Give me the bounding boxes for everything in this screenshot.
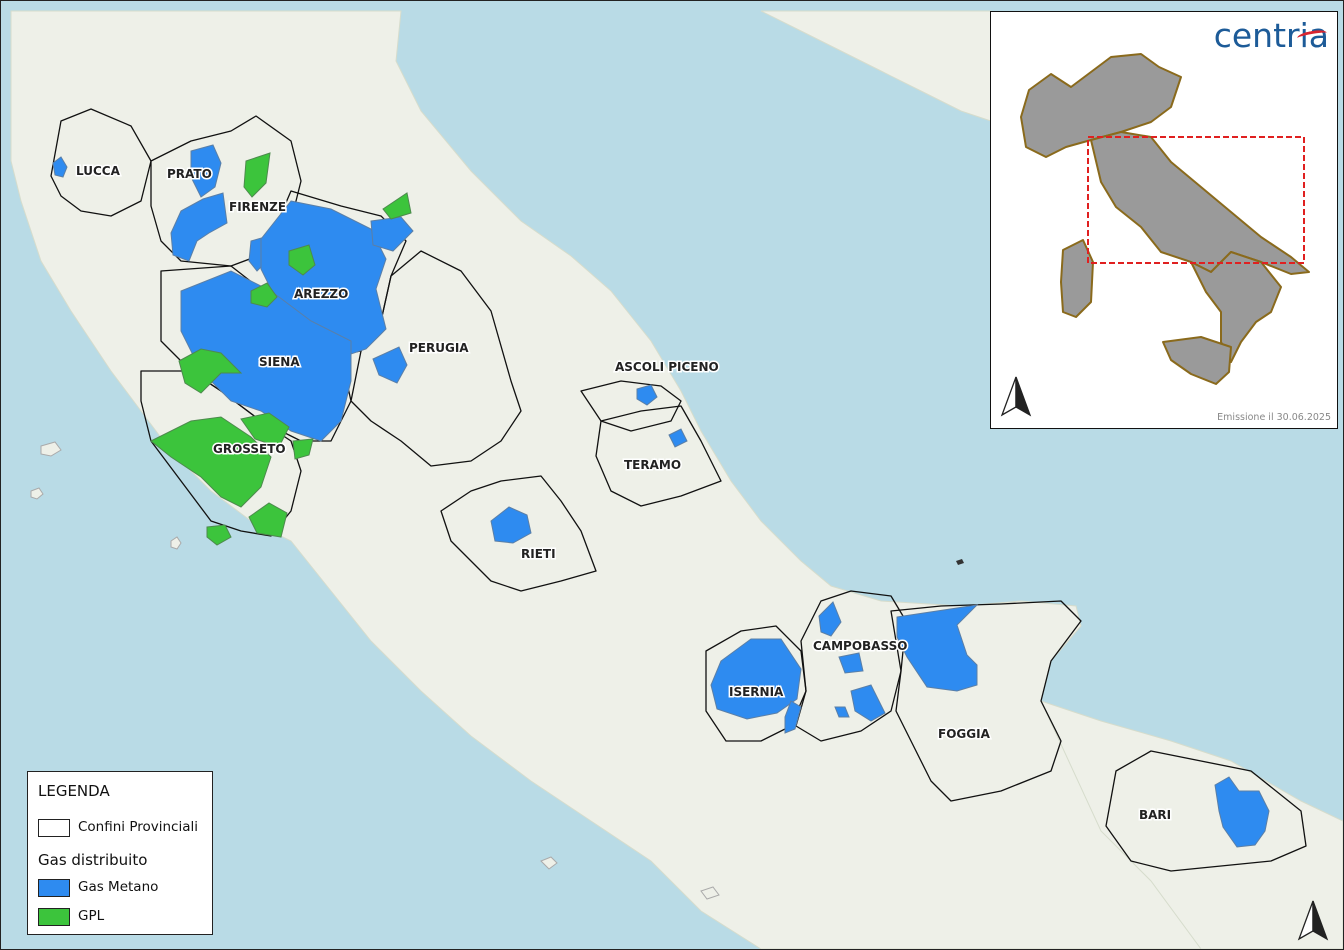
- label-ascoli-piceno: ASCOLI PICENO: [615, 360, 719, 374]
- legend-swatch-metano: [38, 879, 70, 897]
- label-isernia: ISERNIA: [729, 685, 784, 699]
- label-rieti: RIETI: [521, 547, 556, 561]
- legend-label-boundary: Confini Provinciali: [78, 819, 199, 835]
- label-foggia: FOGGIA: [938, 727, 991, 741]
- inset-map: centria Emissione il 30.06.2025: [990, 11, 1338, 429]
- legend-swatch-gpl: [38, 908, 70, 926]
- legend-swatch-boundary: [38, 819, 70, 837]
- legend-label-gpl: GPL: [78, 908, 105, 924]
- label-firenze: FIRENZE: [229, 200, 286, 214]
- label-prato: PRATO: [167, 167, 212, 181]
- legend-label-metano: Gas Metano: [78, 879, 159, 895]
- inset-central-italy: [1090, 131, 1310, 275]
- emission-date: Emissione il 30.06.2025: [1217, 412, 1331, 423]
- map-legend: LEGENDA Confini Provinciali Gas distribu…: [27, 771, 213, 935]
- map-frame: LUCCA PRATO FIRENZE AREZZO SIENA PERUGIA…: [0, 0, 1344, 950]
- label-grosseto: GROSSETO: [213, 442, 286, 456]
- label-siena: SIENA: [259, 355, 300, 369]
- label-arezzo: AREZZO: [294, 287, 348, 301]
- label-campobasso: CAMPOBASSO: [813, 639, 907, 653]
- label-lucca: LUCCA: [76, 164, 121, 178]
- legend-title: LEGENDA: [38, 782, 110, 800]
- inset-italy-regions: [1020, 53, 1310, 385]
- inset-italy-svg: [1000, 53, 1310, 417]
- label-perugia: PERUGIA: [409, 341, 469, 355]
- label-teramo: TERAMO: [624, 458, 681, 472]
- legend-section-title: Gas distribuito: [38, 851, 148, 869]
- inset-sicily: [1162, 336, 1232, 385]
- inset-north-arrow-icon: [1000, 376, 1032, 417]
- label-bari: BARI: [1139, 808, 1171, 822]
